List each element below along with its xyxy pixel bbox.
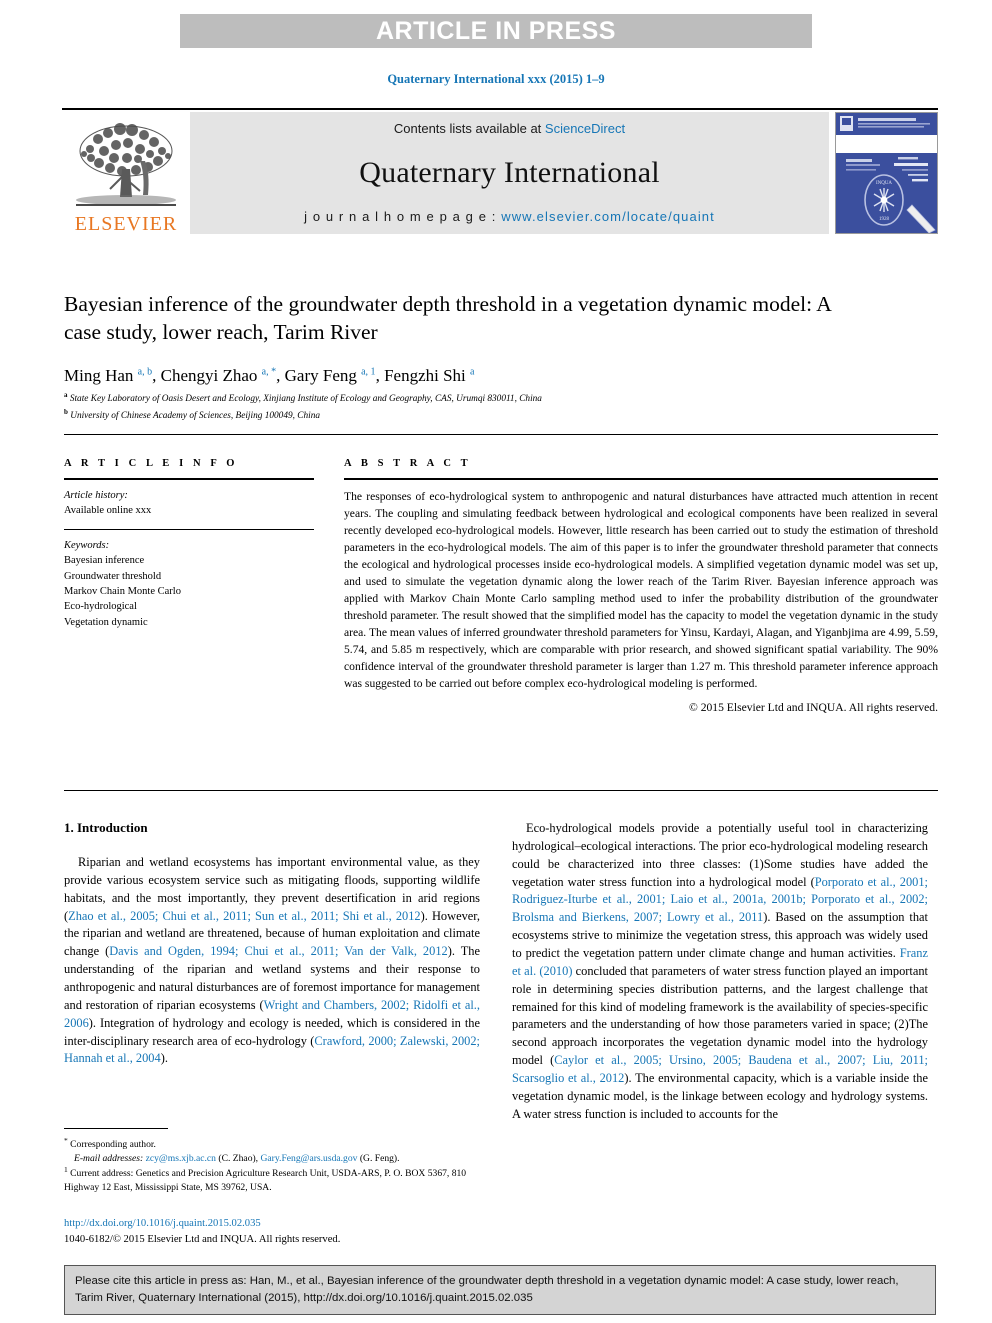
journal-cover-thumbnail: INQUA 1928 <box>835 112 938 234</box>
keywords-label: Keywords: <box>64 540 110 552</box>
sciencedirect-link[interactable]: ScienceDirect <box>545 121 625 136</box>
footnote-block: * Corresponding author. E-mail addresses… <box>64 1128 484 1195</box>
article-info-block: A R T I C L E I N F O Article history: A… <box>64 458 314 630</box>
citation-footer-text: Please cite this article in press as: Ha… <box>75 1275 899 1304</box>
doi-block: http://dx.doi.org/10.1016/j.quaint.2015.… <box>64 1216 494 1248</box>
current-address-note: 1 Current address: Genetics and Precisio… <box>64 1165 467 1194</box>
article-info-rule-1 <box>64 478 314 480</box>
journal-homepage-line: j o u r n a l h o m e p a g e : www.else… <box>304 209 715 224</box>
introduction-heading: 1. Introduction <box>64 820 148 835</box>
abstract-bottom-rule <box>64 790 938 791</box>
affiliation-b-text: University of Chinese Academy of Science… <box>70 410 320 421</box>
article-title: Bayesian inference of the groundwater de… <box>64 292 831 345</box>
abstract-block: A B S T R A C T The responses of eco-hyd… <box>344 458 938 714</box>
homepage-prefix-text: j o u r n a l h o m e p a g e : <box>304 209 502 224</box>
keyword-item: Markov Chain Monte Carlo <box>64 585 181 597</box>
article-history-value: Available online xxx <box>64 505 152 517</box>
affiliation-a-text: State Key Laboratory of Oasis Desert and… <box>69 394 542 405</box>
issn-copyright-line: 1040-6182/© 2015 Elsevier Ltd and INQUA.… <box>64 1233 341 1245</box>
contents-available-line: Contents lists available at ScienceDirec… <box>394 121 625 136</box>
corresponding-author-note: * Corresponding author. <box>64 1136 156 1151</box>
contents-prefix-text: Contents lists available at <box>393 121 545 136</box>
keyword-item: Eco-hydrological <box>64 601 137 613</box>
masthead-top-rule <box>62 108 938 110</box>
abstract-heading: A B S T R A C T <box>344 458 472 469</box>
keyword-item: Groundwater threshold <box>64 570 162 582</box>
abstract-text: The responses of eco-hydrological system… <box>344 490 938 691</box>
elsevier-logo: ELSEVIER <box>62 112 190 234</box>
body-column-right: Eco-hydrological models provide a potent… <box>512 820 928 1124</box>
journal-masthead: ELSEVIER Contents lists available at Sci… <box>62 112 938 234</box>
abstract-copyright: © 2015 Elsevier Ltd and INQUA. All right… <box>688 701 938 715</box>
author-list: Ming Han a, b, Chengyi Zhao a, *, Gary F… <box>64 366 475 385</box>
article-in-press-label: ARTICLE IN PRESS <box>376 16 616 45</box>
keyword-item: Vegetation dynamic <box>64 616 148 628</box>
elsevier-wordmark: ELSEVIER <box>74 213 178 235</box>
info-section-top-rule <box>64 434 938 435</box>
footnote-separator-rule <box>64 1128 168 1129</box>
keyword-list: Bayesian inference Groundwater threshold… <box>64 553 314 630</box>
article-info-heading: A R T I C L E I N F O <box>64 458 239 469</box>
keyword-item: Bayesian inference <box>64 555 145 567</box>
article-info-rule-2 <box>64 528 314 531</box>
affiliation-a: a State Key Laboratory of Oasis Desert a… <box>64 391 542 405</box>
svg-text:INQUA: INQUA <box>876 181 892 186</box>
email-addresses-note: E-mail addresses: zcy@ms.xjb.ac.cn (C. Z… <box>74 1152 400 1164</box>
citation-footer-box: Please cite this article in press as: Ha… <box>64 1265 936 1316</box>
masthead-center-panel: Contents lists available at ScienceDirec… <box>190 112 829 234</box>
abstract-rule <box>344 478 938 480</box>
article-page: ARTICLE IN PRESS Quaternary Internationa… <box>0 0 992 1323</box>
introduction-paragraph-left: Riparian and wetland ecosystems has impo… <box>64 855 481 1066</box>
affiliations: a State Key Laboratory of Oasis Desert a… <box>64 390 884 423</box>
affiliation-b: b University of Chinese Academy of Scien… <box>64 407 320 421</box>
journal-homepage-link[interactable]: www.elsevier.com/locate/quaint <box>501 209 715 224</box>
doi-link[interactable]: http://dx.doi.org/10.1016/j.quaint.2015.… <box>64 1216 494 1232</box>
journal-title: Quaternary International <box>359 155 660 189</box>
introduction-paragraph-right: Eco-hydrological models provide a potent… <box>512 821 928 1121</box>
elsevier-tree-icon <box>76 123 176 206</box>
journal-reference-line: Quaternary International xxx (2015) 1–9 <box>387 72 605 86</box>
article-in-press-banner: ARTICLE IN PRESS <box>180 14 812 48</box>
body-column-left: 1. Introduction Riparian and wetland eco… <box>64 820 480 1068</box>
svg-text:1928: 1928 <box>879 217 890 222</box>
journal-cover-image: INQUA 1928 <box>836 113 937 233</box>
article-history-label: Article history: <box>64 490 128 501</box>
